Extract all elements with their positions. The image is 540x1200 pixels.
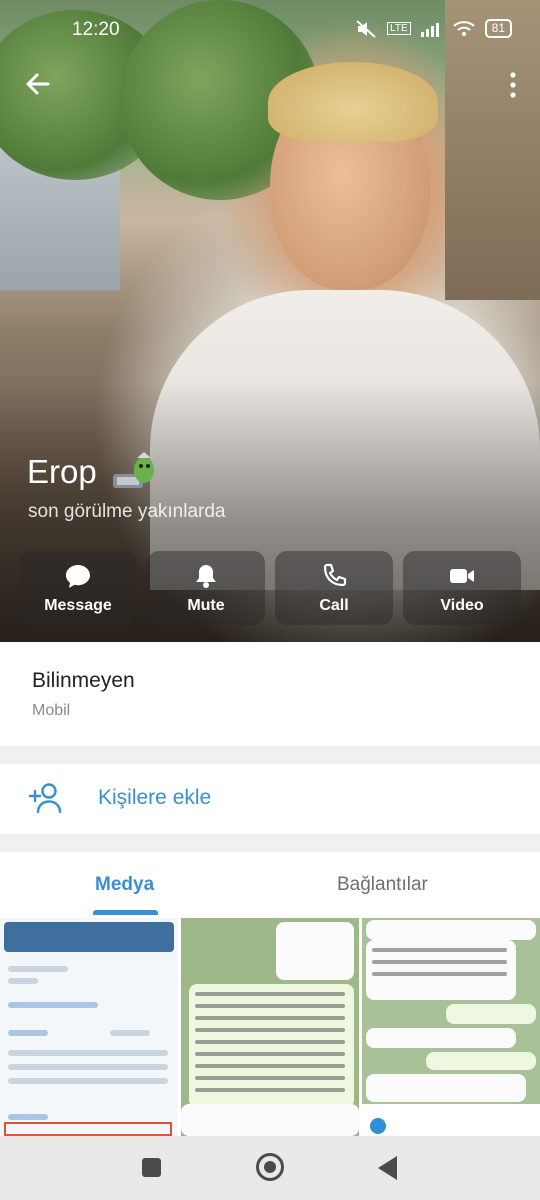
home-button[interactable]: [256, 1153, 284, 1181]
media-grid: [0, 916, 540, 1136]
tab-media[interactable]: Medya: [95, 874, 154, 896]
phone-number-value: Bilinmeyen: [32, 669, 135, 692]
network-type-label: LTE: [387, 22, 411, 35]
message-button[interactable]: Message: [19, 551, 137, 625]
call-button-label: Call: [319, 596, 349, 614]
last-seen-status: son görülme yakınlarda: [28, 501, 226, 522]
mute-button[interactable]: Mute: [147, 551, 265, 625]
person-hair: [268, 62, 438, 142]
video-button-label: Video: [440, 596, 484, 614]
active-tab-indicator: [93, 910, 158, 915]
add-to-contacts-label: Kişilere ekle: [98, 786, 212, 809]
wifi-icon: [452, 20, 475, 36]
profile-name-row: Erop: [27, 452, 159, 492]
phone-type-label: Mobil: [32, 702, 71, 719]
video-button[interactable]: Video: [403, 551, 521, 625]
chat-bubble-icon: [66, 564, 90, 588]
bell-icon: [196, 564, 216, 588]
mute-button-label: Mute: [187, 596, 225, 614]
mute-status-icon: [356, 19, 376, 38]
tab-links[interactable]: Bağlantılar: [337, 874, 428, 896]
emoji-status-icon[interactable]: [111, 452, 159, 492]
media-thumbnail[interactable]: [0, 918, 178, 1136]
video-camera-icon: [450, 568, 474, 583]
signal-icon: [420, 22, 439, 37]
profile-action-buttons: Message Mute Call Video: [19, 551, 521, 625]
add-person-icon: [28, 783, 62, 814]
system-back-button[interactable]: [378, 1156, 397, 1180]
recent-apps-button[interactable]: [142, 1158, 161, 1177]
phone-icon: [323, 563, 347, 586]
media-thumbnail[interactable]: [362, 918, 540, 1136]
profile-photo-header[interactable]: 12:20 LTE 81 Erop son görülme yakınlarda…: [0, 0, 540, 642]
media-thumbnail[interactable]: [181, 918, 359, 1136]
add-to-contacts-button[interactable]: Kişilere ekle: [0, 764, 540, 834]
status-bar: 12:20 LTE 81: [0, 0, 540, 58]
system-navigation-bar: [0, 1136, 540, 1200]
status-icons: LTE 81: [355, 19, 512, 38]
shared-content-tabs: Medya Bağlantılar: [0, 852, 540, 916]
phone-info-card[interactable]: Bilinmeyen Mobil: [0, 642, 540, 746]
profile-name: Erop: [27, 453, 97, 490]
call-button[interactable]: Call: [275, 551, 393, 625]
back-arrow-icon[interactable]: [22, 68, 54, 100]
battery-indicator: 81: [484, 19, 512, 38]
more-options-icon[interactable]: [508, 70, 518, 100]
status-time: 12:20: [72, 19, 120, 40]
message-button-label: Message: [44, 596, 112, 614]
